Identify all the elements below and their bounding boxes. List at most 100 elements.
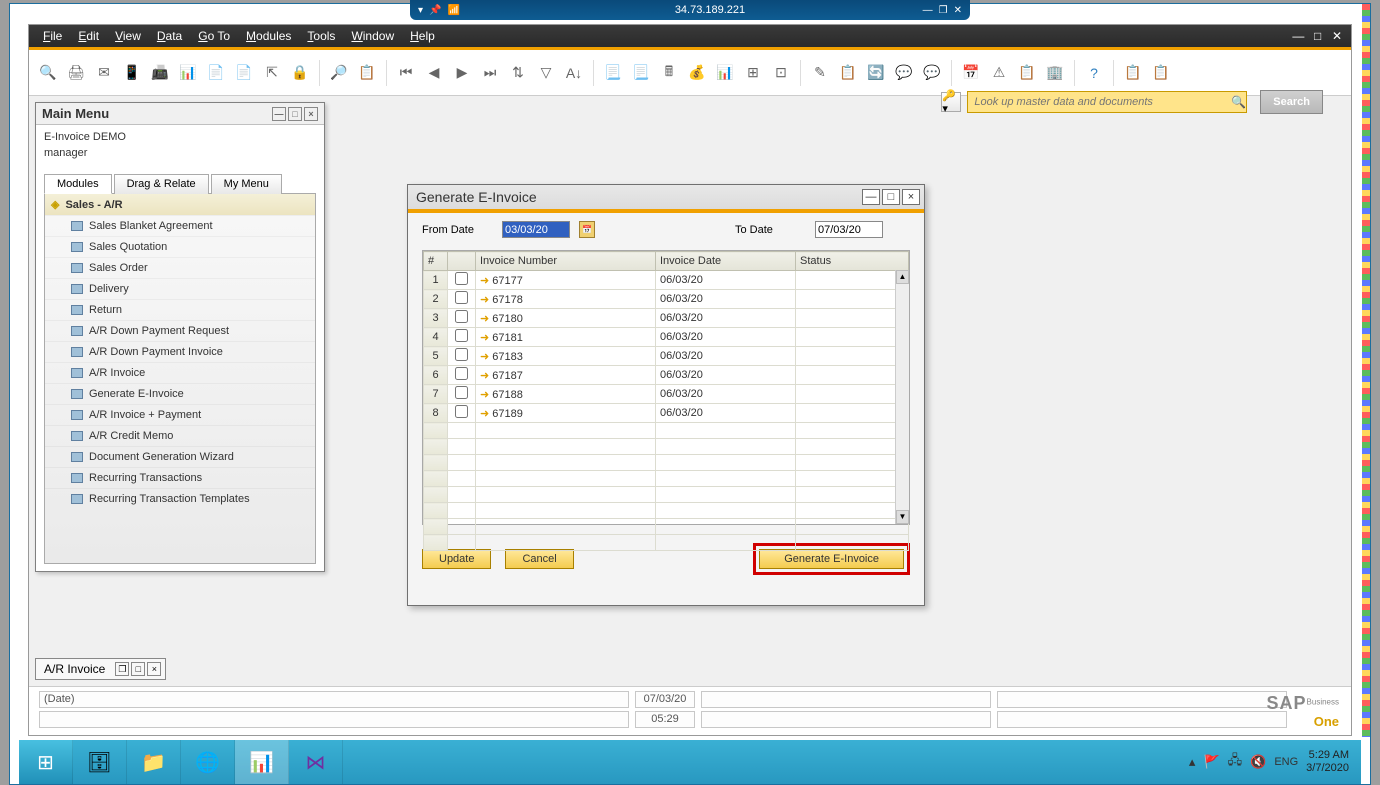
- menu-edit[interactable]: Edit: [70, 29, 107, 43]
- row-checkbox[interactable]: [455, 291, 468, 304]
- doc1-icon[interactable]: 📃: [602, 62, 624, 84]
- col-rownum[interactable]: #: [424, 252, 448, 271]
- maximize-icon[interactable]: □: [1310, 29, 1326, 43]
- taskbar-sap[interactable]: 📊: [235, 740, 289, 784]
- tray-lang[interactable]: ENG: [1274, 756, 1298, 768]
- cell-invoice-number[interactable]: ➜67181: [476, 328, 656, 347]
- table-row[interactable]: 5➜6718306/03/20: [424, 347, 909, 366]
- next-icon[interactable]: ▶: [451, 62, 473, 84]
- table-row[interactable]: [424, 487, 909, 503]
- sms-icon[interactable]: 📱: [121, 62, 143, 84]
- email-icon[interactable]: ✉: [93, 62, 115, 84]
- launch-icon[interactable]: ⇱: [261, 62, 283, 84]
- tray-flag-icon[interactable]: 🚩: [1203, 754, 1219, 770]
- profit-icon[interactable]: 💰: [686, 62, 708, 84]
- tree-item[interactable]: Sales Order: [45, 257, 315, 278]
- link-arrow-icon[interactable]: ➜: [480, 313, 489, 325]
- table-row[interactable]: 4➜6718106/03/20: [424, 328, 909, 347]
- scroll-down-icon[interactable]: ▼: [896, 510, 909, 524]
- table-row[interactable]: 8➜6718906/03/20: [424, 404, 909, 423]
- tree-item[interactable]: A/R Credit Memo: [45, 425, 315, 446]
- menu-view[interactable]: View: [107, 29, 149, 43]
- table-row[interactable]: [424, 503, 909, 519]
- link-arrow-icon[interactable]: ➜: [480, 408, 489, 420]
- close-icon[interactable]: ✕: [954, 5, 962, 16]
- table-row[interactable]: 3➜6718006/03/20: [424, 309, 909, 328]
- table-row[interactable]: [424, 423, 909, 439]
- cell-invoice-number[interactable]: ➜67178: [476, 290, 656, 309]
- row-checkbox[interactable]: [455, 272, 468, 285]
- maximize-icon[interactable]: □: [288, 107, 302, 121]
- table-row[interactable]: 6➜6718706/03/20: [424, 366, 909, 385]
- row-checkbox[interactable]: [455, 348, 468, 361]
- alert-icon[interactable]: ⚠: [988, 62, 1010, 84]
- menu-data[interactable]: Data: [149, 29, 190, 43]
- tree-item[interactable]: A/R Invoice + Payment: [45, 404, 315, 425]
- taskbar-visualstudio[interactable]: ⋈: [289, 740, 343, 784]
- default-icon[interactable]: 📋: [1016, 62, 1038, 84]
- calc-icon[interactable]: 🖩: [658, 62, 680, 84]
- col-invoice-date[interactable]: Invoice Date: [656, 252, 796, 271]
- table-row[interactable]: [424, 519, 909, 535]
- fax-icon[interactable]: 📠: [149, 62, 171, 84]
- tree-item[interactable]: Sales Blanket Agreement: [45, 215, 315, 236]
- row-checkbox[interactable]: [455, 367, 468, 380]
- minimize-icon[interactable]: —: [923, 5, 933, 16]
- tree-section-sales-ar[interactable]: ◈ Sales - A/R: [45, 194, 315, 215]
- row-checkbox[interactable]: [455, 310, 468, 323]
- row-checkbox[interactable]: [455, 405, 468, 418]
- menu-tools[interactable]: Tools: [299, 29, 343, 43]
- minimize-icon[interactable]: —: [862, 189, 880, 205]
- tab-modules[interactable]: Modules: [44, 174, 112, 194]
- tab-my-menu[interactable]: My Menu: [211, 174, 282, 194]
- tray-sound-icon[interactable]: 🔇: [1250, 754, 1266, 770]
- context-icon[interactable]: 📋: [1122, 62, 1144, 84]
- minimize-icon[interactable]: —: [1290, 29, 1306, 43]
- preview-icon[interactable]: 🔍: [37, 62, 59, 84]
- col-invoice-number[interactable]: Invoice Number: [476, 252, 656, 271]
- new-activity-icon[interactable]: 📋: [837, 62, 859, 84]
- table-row[interactable]: [424, 535, 909, 551]
- col-status[interactable]: Status: [796, 252, 909, 271]
- taskbar-server-manager[interactable]: 🗄: [73, 740, 127, 784]
- chat-icon[interactable]: 💬: [893, 62, 915, 84]
- scroll-up-icon[interactable]: ▲: [896, 270, 909, 284]
- restore-icon[interactable]: ❐: [939, 5, 948, 16]
- context2-icon[interactable]: 📋: [1150, 62, 1172, 84]
- col-check[interactable]: [448, 252, 476, 271]
- cell-invoice-number[interactable]: ➜67177: [476, 271, 656, 290]
- cell-invoice-number[interactable]: ➜67183: [476, 347, 656, 366]
- menu-help[interactable]: Help: [402, 29, 443, 43]
- tree-item[interactable]: Sales Quotation: [45, 236, 315, 257]
- tree-item[interactable]: A/R Invoice: [45, 362, 315, 383]
- tree-item[interactable]: Document Generation Wizard: [45, 446, 315, 467]
- from-date-input[interactable]: [502, 221, 570, 238]
- first-icon[interactable]: ⏮: [395, 62, 417, 84]
- pdf-icon[interactable]: 📄: [233, 62, 255, 84]
- to-date-input[interactable]: [815, 221, 883, 238]
- branch-icon[interactable]: 🏢: [1044, 62, 1066, 84]
- workflow-icon[interactable]: 🔄: [865, 62, 887, 84]
- doc2-icon[interactable]: 📃: [630, 62, 652, 84]
- tree-item[interactable]: Recurring Transaction Templates: [45, 488, 315, 509]
- search-input[interactable]: [967, 91, 1247, 113]
- tree-item[interactable]: A/R Down Payment Request: [45, 320, 315, 341]
- table-row[interactable]: [424, 439, 909, 455]
- cell-invoice-number[interactable]: ➜67188: [476, 385, 656, 404]
- einvoice-titlebar[interactable]: Generate E-Invoice — □ ×: [408, 185, 924, 209]
- menu-goto[interactable]: Go To: [190, 29, 238, 43]
- excel-icon[interactable]: 📊: [177, 62, 199, 84]
- calendar-icon[interactable]: 📅: [579, 221, 595, 238]
- trans-icon[interactable]: 📊: [714, 62, 736, 84]
- taskbar-chrome[interactable]: 🌐: [181, 740, 235, 784]
- taskbar-explorer[interactable]: 📁: [127, 740, 181, 784]
- restore-icon[interactable]: ❐: [115, 662, 129, 676]
- table-row[interactable]: 2➜6717806/03/20: [424, 290, 909, 309]
- tree-item[interactable]: Recurring Transactions: [45, 467, 315, 488]
- link-arrow-icon[interactable]: ➜: [480, 389, 489, 401]
- close-icon[interactable]: ×: [147, 662, 161, 676]
- tray-network-icon[interactable]: 🖧: [1228, 751, 1243, 773]
- menu-file[interactable]: File: [35, 29, 70, 43]
- generate-einvoice-button[interactable]: Generate E-Invoice: [759, 549, 904, 569]
- lock-icon[interactable]: 🔒: [289, 62, 311, 84]
